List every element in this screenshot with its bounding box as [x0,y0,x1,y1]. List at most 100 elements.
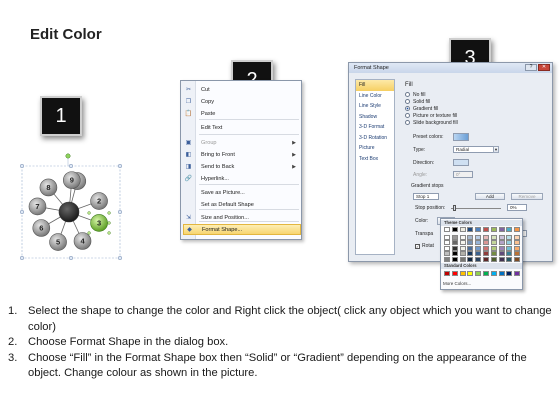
nav-item-text-box[interactable]: Text Box [356,154,394,165]
theme-color-swatch[interactable] [451,227,458,232]
theme-color-swatch[interactable] [451,245,458,251]
preset-colors-dropdown[interactable] [453,133,469,141]
theme-color-swatch[interactable] [475,227,482,232]
ring-circle-7[interactable]: 7 [28,197,47,216]
theme-color-swatch[interactable] [483,251,489,257]
theme-color-swatch[interactable] [444,245,450,251]
help-button[interactable]: ? [525,64,537,71]
theme-color-swatch[interactable] [483,234,489,240]
radio-button[interactable] [405,106,410,111]
menu-item-cut[interactable]: ✂ Cut [183,84,301,95]
theme-color-swatch[interactable] [459,245,466,251]
theme-color-swatch[interactable] [475,245,482,251]
standard-color-swatch[interactable] [498,271,505,276]
theme-color-swatch[interactable] [459,251,466,257]
angle-input[interactable]: 0° [453,171,473,178]
menu-item-hyperlink[interactable]: 🔗 Hyperlink... [183,173,301,184]
theme-color-swatch[interactable] [444,240,450,246]
theme-color-swatch[interactable] [506,245,513,251]
menu-item-format-shape[interactable]: ◆ Format Shape... [183,224,301,235]
radio-button[interactable] [405,92,410,97]
more-colors-link[interactable]: More Colors... [443,281,471,286]
nav-item-picture[interactable]: Picture [356,143,394,154]
standard-color-swatch[interactable] [490,271,497,276]
direction-dropdown[interactable] [453,159,469,166]
theme-color-swatch[interactable] [498,234,505,240]
center-circle[interactable] [58,201,80,223]
radial-shape-diagram[interactable]: 123456789 [14,150,144,260]
theme-color-swatch[interactable] [451,257,458,262]
stop-position-input[interactable]: 0% [507,204,527,211]
theme-color-swatch[interactable] [444,257,450,262]
standard-color-swatch[interactable] [459,271,466,276]
standard-color-swatch[interactable] [467,271,474,276]
ring-circle-4[interactable]: 4 [73,232,92,250]
ring-circle-6[interactable]: 6 [32,219,51,237]
theme-color-swatch[interactable] [451,251,458,257]
theme-color-swatch[interactable] [498,251,505,257]
theme-color-swatch[interactable] [467,245,474,251]
theme-color-swatch[interactable] [475,257,482,262]
theme-color-swatch[interactable] [514,257,521,262]
ring-circle-2[interactable]: 2 [90,192,108,210]
theme-color-swatch[interactable] [467,234,474,240]
theme-color-swatch[interactable] [506,257,513,262]
nav-item-shadow[interactable]: Shadow [356,112,394,123]
standard-color-swatch[interactable] [506,271,513,276]
menu-item-edit-text[interactable]: Edit Text [183,122,301,133]
theme-color-swatch[interactable] [490,227,497,232]
standard-color-swatch[interactable] [514,271,521,276]
theme-color-swatch[interactable] [483,227,489,232]
close-button[interactable]: ✕ [538,64,550,71]
menu-item-send-to-back[interactable]: ◨ Send to Back ▶ [183,161,301,172]
menu-item-paste[interactable]: 📋 Paste [183,108,301,119]
standard-color-swatch[interactable] [451,271,458,276]
theme-color-swatch[interactable] [490,240,497,246]
theme-color-swatch[interactable] [498,240,505,246]
theme-color-swatch[interactable] [490,245,497,251]
theme-color-swatch[interactable] [467,257,474,262]
theme-color-swatch[interactable] [506,227,513,232]
menu-item-save-as-picture[interactable]: Save as Picture... [183,187,301,198]
radio-button[interactable] [405,113,410,118]
theme-color-swatch[interactable] [490,251,497,257]
theme-color-swatch[interactable] [444,251,450,257]
resize-handle[interactable] [19,163,25,169]
theme-color-swatch[interactable] [483,257,489,262]
theme-color-swatch[interactable] [514,245,521,251]
theme-color-swatch[interactable] [506,240,513,246]
theme-color-swatch[interactable] [467,240,474,246]
theme-color-swatch[interactable] [444,234,450,240]
theme-color-swatch[interactable] [514,240,521,246]
theme-color-swatch[interactable] [483,240,489,246]
fill-option-no-fill[interactable]: No fill [405,91,426,98]
theme-color-swatch[interactable] [498,257,505,262]
theme-color-swatch[interactable] [459,227,466,232]
theme-color-swatch[interactable] [490,257,497,262]
theme-color-swatch[interactable] [444,227,450,232]
theme-color-swatch[interactable] [475,234,482,240]
ring-circle-5[interactable]: 5 [49,233,67,251]
standard-color-swatch[interactable] [483,271,489,276]
rotate-handle[interactable] [65,153,71,159]
theme-color-swatch[interactable] [490,234,497,240]
theme-color-swatch[interactable] [483,245,489,251]
theme-color-swatch[interactable] [475,240,482,246]
resize-handle[interactable] [19,209,25,215]
theme-color-swatch[interactable] [506,251,513,257]
nav-item-line-style[interactable]: Line Style [356,101,394,112]
menu-item-bring-to-front[interactable]: ◧ Bring to Front ▶ [183,149,301,160]
resize-handle[interactable] [117,163,123,169]
nav-item-3-d-rotation[interactable]: 3-D Rotation [356,133,394,144]
fill-option-solid-fill[interactable]: Solid fill [405,98,430,105]
stop-position-slider[interactable] [451,208,501,209]
fill-option-slide-background-fill[interactable]: Slide background fill [405,119,458,126]
nav-item-line-color[interactable]: Line Color [356,91,394,102]
theme-color-swatch[interactable] [451,240,458,246]
radio-button[interactable] [405,99,410,104]
theme-color-swatch[interactable] [459,234,466,240]
theme-color-swatch[interactable] [498,245,505,251]
resize-handle[interactable] [68,255,74,260]
menu-item-set-as-default-shape[interactable]: Set as Default Shape [183,199,301,210]
menu-item-group[interactable]: ▣ Group ▶ [183,137,301,148]
